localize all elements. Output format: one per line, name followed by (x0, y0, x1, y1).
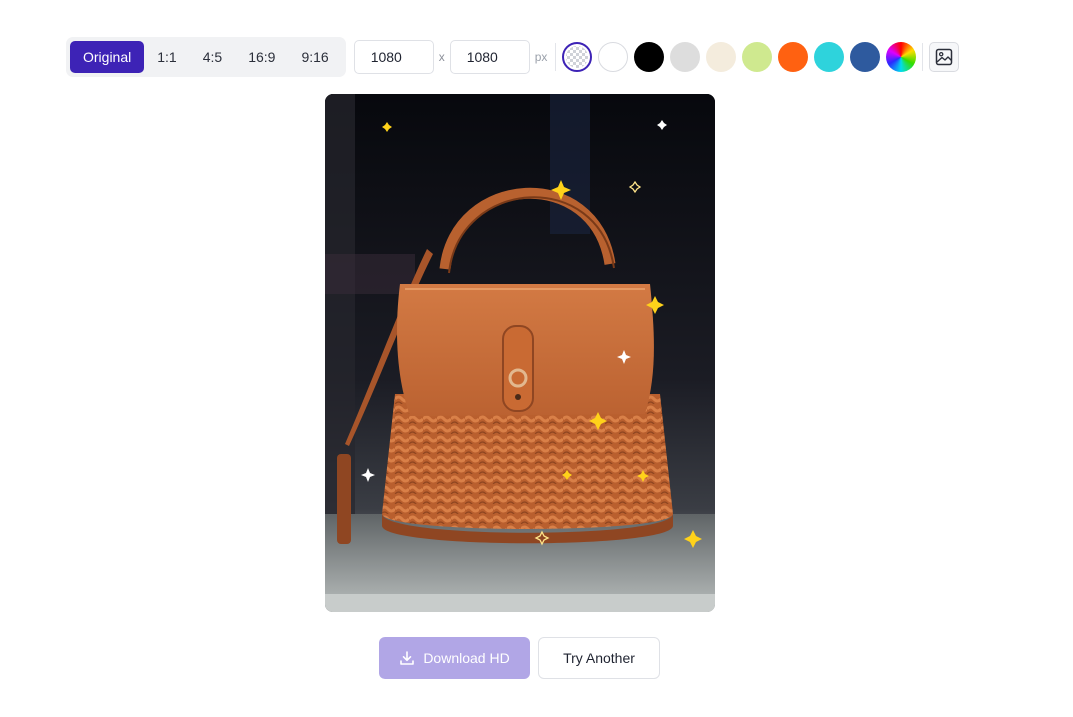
try-another-label: Try Another (563, 650, 635, 666)
swatch-custom-color-picker[interactable] (886, 42, 917, 72)
aspect-ratio-group: Original 1:1 4:5 16:9 9:16 (66, 37, 346, 77)
ratio-16-9-button[interactable]: 16:9 (235, 41, 288, 73)
swatch-transparent[interactable] (562, 42, 593, 72)
swatch-lime[interactable] (742, 42, 773, 72)
result-preview-image (325, 94, 715, 612)
download-icon (400, 651, 415, 665)
try-another-button[interactable]: Try Another (538, 637, 660, 679)
dimension-inputs: x px (353, 40, 548, 74)
upload-background-image-button[interactable] (929, 42, 960, 72)
background-color-swatches (562, 42, 922, 72)
download-hd-button[interactable]: Download HD (379, 637, 530, 679)
dimension-separator: x (438, 50, 445, 64)
swatch-white[interactable] (598, 42, 629, 72)
swatch-blue[interactable] (850, 42, 881, 72)
height-input[interactable] (449, 40, 530, 74)
divider (922, 43, 924, 71)
divider (555, 43, 557, 71)
swatch-cream[interactable] (706, 42, 737, 72)
ratio-1-1-button[interactable]: 1:1 (144, 41, 189, 73)
swatch-orange[interactable] (778, 42, 809, 72)
download-hd-label: Download HD (423, 650, 510, 666)
width-input[interactable] (353, 40, 434, 74)
product-photo (325, 94, 715, 612)
swatch-cyan[interactable] (814, 42, 845, 72)
ratio-9-16-button[interactable]: 9:16 (288, 41, 341, 73)
ratio-original-button[interactable]: Original (70, 41, 145, 73)
image-icon (936, 48, 953, 66)
toolbar: Original 1:1 4:5 16:9 9:16 x px (66, 37, 960, 77)
result-actions: Download HD Try Another (379, 637, 660, 679)
ratio-4-5-button[interactable]: 4:5 (190, 41, 235, 73)
swatch-black[interactable] (634, 42, 665, 72)
unit-label: px (534, 50, 548, 64)
swatch-light-gray[interactable] (670, 42, 701, 72)
